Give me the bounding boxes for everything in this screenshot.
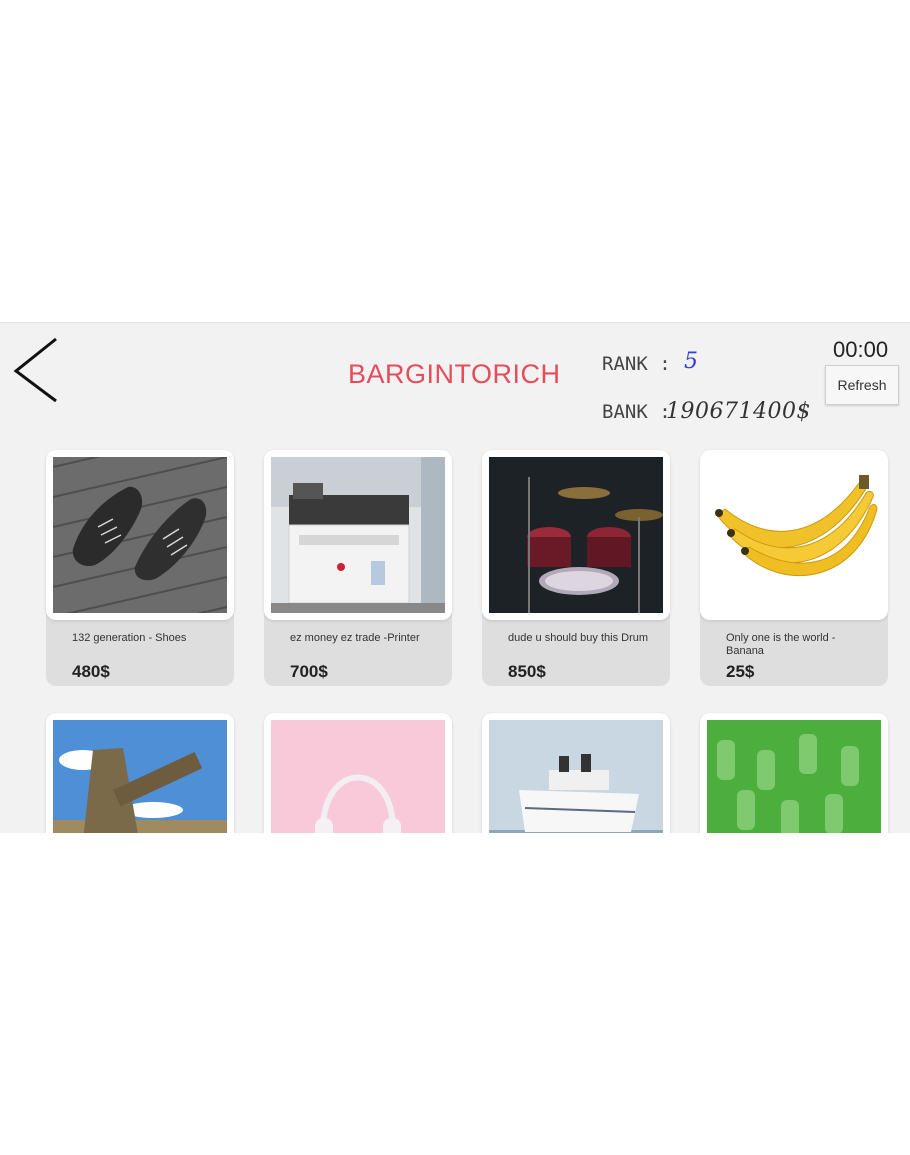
product-card[interactable]: Only one is the world - Banana 25$ [700, 450, 888, 686]
toy-soldiers-image [700, 713, 888, 833]
banana-image [700, 450, 888, 620]
product-price: 850$ [508, 662, 546, 681]
drum-image [482, 450, 670, 620]
headphones-image [264, 713, 452, 833]
bank-label: BANK : [602, 401, 671, 423]
app-title: BARGINTORICH [348, 359, 561, 389]
product-name: Only one is the world - Banana [726, 632, 836, 657]
product-card[interactable]: 132 generation - Shoes 480$ [46, 450, 234, 686]
product-price: 700$ [290, 662, 328, 681]
cruise-ship-image [482, 713, 670, 833]
product-card[interactable]: dude u should buy this Drum 850$ [482, 450, 670, 686]
shoes-image [46, 450, 234, 620]
product-card[interactable]: ez money ez trade -Printer 700$ [264, 450, 452, 686]
product-card[interactable] [482, 713, 670, 833]
product-price: 25$ [726, 662, 755, 681]
product-price: 480$ [72, 662, 110, 681]
refresh-button[interactable]: Refresh [825, 365, 899, 405]
cannon-image [46, 713, 234, 833]
product-name: ez money ez trade -Printer [290, 632, 420, 644]
rank-value: 5 [684, 349, 698, 374]
rank-label: RANK : [602, 353, 671, 375]
back-arrow-icon[interactable] [8, 335, 64, 405]
bank-value: 190671400$ [666, 399, 811, 424]
timer: 00:00 [833, 337, 889, 362]
product-card[interactable] [46, 713, 234, 833]
product-card[interactable] [700, 713, 888, 833]
printer-image [264, 450, 452, 620]
product-name: 132 generation - Shoes [72, 632, 187, 644]
product-name: dude u should buy this Drum [508, 632, 649, 644]
product-card[interactable] [264, 713, 452, 833]
store-screen: BARGINTORICH RANK : 5 BANK : 190671400$ … [0, 322, 910, 833]
